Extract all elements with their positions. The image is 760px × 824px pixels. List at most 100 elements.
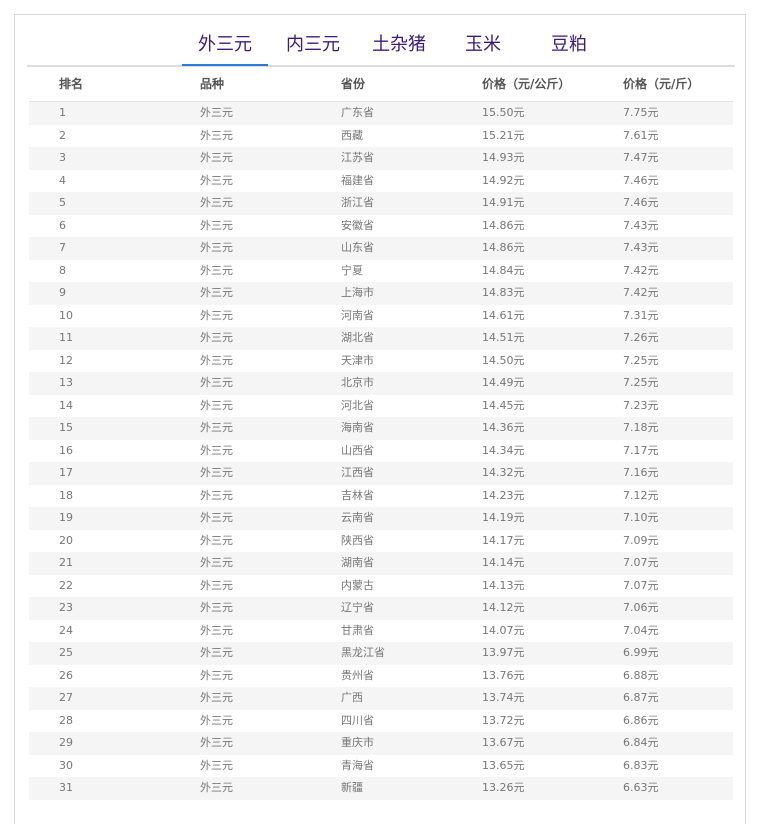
price-kg-cell: 15.21元 xyxy=(482,128,525,142)
table-row: 7 外三元 山东省 14.86元 7.43元 xyxy=(29,237,733,260)
rank-cell: 28 xyxy=(59,713,73,727)
province-cell: 福建省 xyxy=(341,173,374,187)
breed-cell: 外三元 xyxy=(200,286,233,299)
tab-wai-san-yuan[interactable]: 外三元 xyxy=(182,31,268,66)
breed-cell: 外三元 xyxy=(200,308,233,322)
tab-nei-san-yuan[interactable]: 内三元 xyxy=(283,31,343,65)
breed-cell: 外三元 xyxy=(200,353,233,367)
province-cell: 上海市 xyxy=(341,286,374,299)
price-kg-cell: 14.86元 xyxy=(482,218,525,232)
price-kg-cell: 14.86元 xyxy=(482,241,525,254)
table-row: 6 外三元 安徽省 14.86元 7.43元 xyxy=(29,215,733,238)
rank-cell: 23 xyxy=(59,601,73,614)
price-jin-cell: 6.99元 xyxy=(623,646,659,659)
province-cell: 贵州省 xyxy=(341,668,374,682)
province-cell: 甘肃省 xyxy=(341,623,374,637)
rank-cell: 21 xyxy=(59,556,73,569)
table-row: 16 外三元 山西省 14.34元 7.17元 xyxy=(29,440,733,463)
breed-cell: 外三元 xyxy=(200,533,233,547)
province-cell: 北京市 xyxy=(341,376,374,389)
table-row: 18 外三元 吉林省 14.23元 7.12元 xyxy=(29,485,733,508)
price-jin-cell: 7.07元 xyxy=(623,556,659,569)
table-row: 30 外三元 青海省 13.65元 6.83元 xyxy=(29,755,733,778)
breed-cell: 外三元 xyxy=(200,376,233,389)
table-row: 17 外三元 江西省 14.32元 7.16元 xyxy=(29,462,733,485)
price-kg-cell: 14.19元 xyxy=(482,511,525,524)
table-row: 10 外三元 河南省 14.61元 7.31元 xyxy=(29,305,733,328)
province-cell: 海南省 xyxy=(341,421,374,434)
price-jin-cell: 7.16元 xyxy=(623,466,659,479)
province-cell: 陕西省 xyxy=(341,533,374,547)
breed-cell: 外三元 xyxy=(200,713,233,727)
breed-cell: 外三元 xyxy=(200,623,233,637)
price-kg-cell: 13.26元 xyxy=(482,781,525,794)
price-jin-cell: 7.06元 xyxy=(623,601,659,614)
breed-cell: 外三元 xyxy=(200,196,233,209)
province-cell: 浙江省 xyxy=(341,196,374,209)
price-panel: 外三元 内三元 土杂猪 玉米 豆粕 排名 品种 省份 价格（元/公斤） 价格（元… xyxy=(14,14,746,824)
rank-cell: 26 xyxy=(59,668,73,682)
table-row: 19 外三元 云南省 14.19元 7.10元 xyxy=(29,507,733,530)
rank-cell: 29 xyxy=(59,736,73,749)
breed-cell: 外三元 xyxy=(200,488,233,502)
table-row: 24 外三元 甘肃省 14.07元 7.04元 xyxy=(29,620,733,643)
province-cell: 广东省 xyxy=(341,106,374,119)
price-kg-cell: 14.51元 xyxy=(482,331,525,344)
price-jin-cell: 7.07元 xyxy=(623,578,659,592)
rank-cell: 20 xyxy=(59,533,73,547)
table-row: 9 外三元 上海市 14.83元 7.42元 xyxy=(29,282,733,305)
price-kg-cell: 13.72元 xyxy=(482,713,525,727)
table-row: 28 外三元 四川省 13.72元 6.86元 xyxy=(29,710,733,733)
breed-cell: 外三元 xyxy=(200,151,233,164)
price-jin-cell: 6.84元 xyxy=(623,736,659,749)
table-row: 2 外三元 西藏 15.21元 7.61元 xyxy=(29,125,733,148)
price-kg-cell: 14.32元 xyxy=(482,466,525,479)
table-row: 5 外三元 浙江省 14.91元 7.46元 xyxy=(29,192,733,215)
tab-yu-mi[interactable]: 玉米 xyxy=(463,31,503,65)
price-jin-cell: 7.26元 xyxy=(623,331,659,344)
table-row: 12 外三元 天津市 14.50元 7.25元 xyxy=(29,350,733,373)
province-cell: 河北省 xyxy=(341,398,374,412)
rank-cell: 14 xyxy=(59,398,73,412)
breed-cell: 外三元 xyxy=(200,173,233,187)
price-kg-cell: 14.84元 xyxy=(482,263,525,277)
table-row: 21 外三元 湖南省 14.14元 7.07元 xyxy=(29,552,733,575)
price-kg-cell: 15.50元 xyxy=(482,106,525,119)
rank-cell: 6 xyxy=(59,218,66,232)
header-price-jin: 价格（元/斤） xyxy=(623,77,700,91)
rank-cell: 2 xyxy=(59,128,66,142)
header-province: 省份 xyxy=(341,77,366,91)
rank-cell: 30 xyxy=(59,758,73,772)
price-kg-cell: 14.23元 xyxy=(482,488,525,502)
table-row: 15 外三元 海南省 14.36元 7.18元 xyxy=(29,417,733,440)
table-row: 11 外三元 湖北省 14.51元 7.26元 xyxy=(29,327,733,350)
price-jin-cell: 7.31元 xyxy=(623,308,659,322)
price-kg-cell: 14.45元 xyxy=(482,398,525,412)
price-jin-cell: 6.88元 xyxy=(623,668,659,682)
rank-cell: 3 xyxy=(59,151,66,164)
province-cell: 天津市 xyxy=(341,353,374,367)
breed-cell: 外三元 xyxy=(200,466,233,479)
price-kg-cell: 14.07元 xyxy=(482,623,525,637)
province-cell: 山东省 xyxy=(341,241,374,254)
tab-tu-za-zhu[interactable]: 土杂猪 xyxy=(369,31,429,65)
table-header: 排名 品种 省份 价格（元/公斤） 价格（元/斤） xyxy=(29,67,733,102)
price-jin-cell: 7.47元 xyxy=(623,151,659,164)
table-row: 26 外三元 贵州省 13.76元 6.88元 xyxy=(29,665,733,688)
rank-cell: 10 xyxy=(59,308,73,322)
rank-cell: 9 xyxy=(59,286,66,299)
price-jin-cell: 7.18元 xyxy=(623,421,659,434)
province-cell: 四川省 xyxy=(341,713,374,727)
rank-cell: 5 xyxy=(59,196,66,209)
province-cell: 宁夏 xyxy=(341,263,363,277)
price-kg-cell: 13.74元 xyxy=(482,691,525,704)
header-price-kg: 价格（元/公斤） xyxy=(482,77,571,91)
province-cell: 重庆市 xyxy=(341,736,374,749)
price-kg-cell: 14.49元 xyxy=(482,376,525,389)
price-jin-cell: 7.04元 xyxy=(623,623,659,637)
breed-cell: 外三元 xyxy=(200,263,233,277)
rank-cell: 27 xyxy=(59,691,73,704)
province-cell: 山西省 xyxy=(341,443,374,457)
rank-cell: 18 xyxy=(59,488,73,502)
tab-dou-po[interactable]: 豆粕 xyxy=(549,31,589,65)
